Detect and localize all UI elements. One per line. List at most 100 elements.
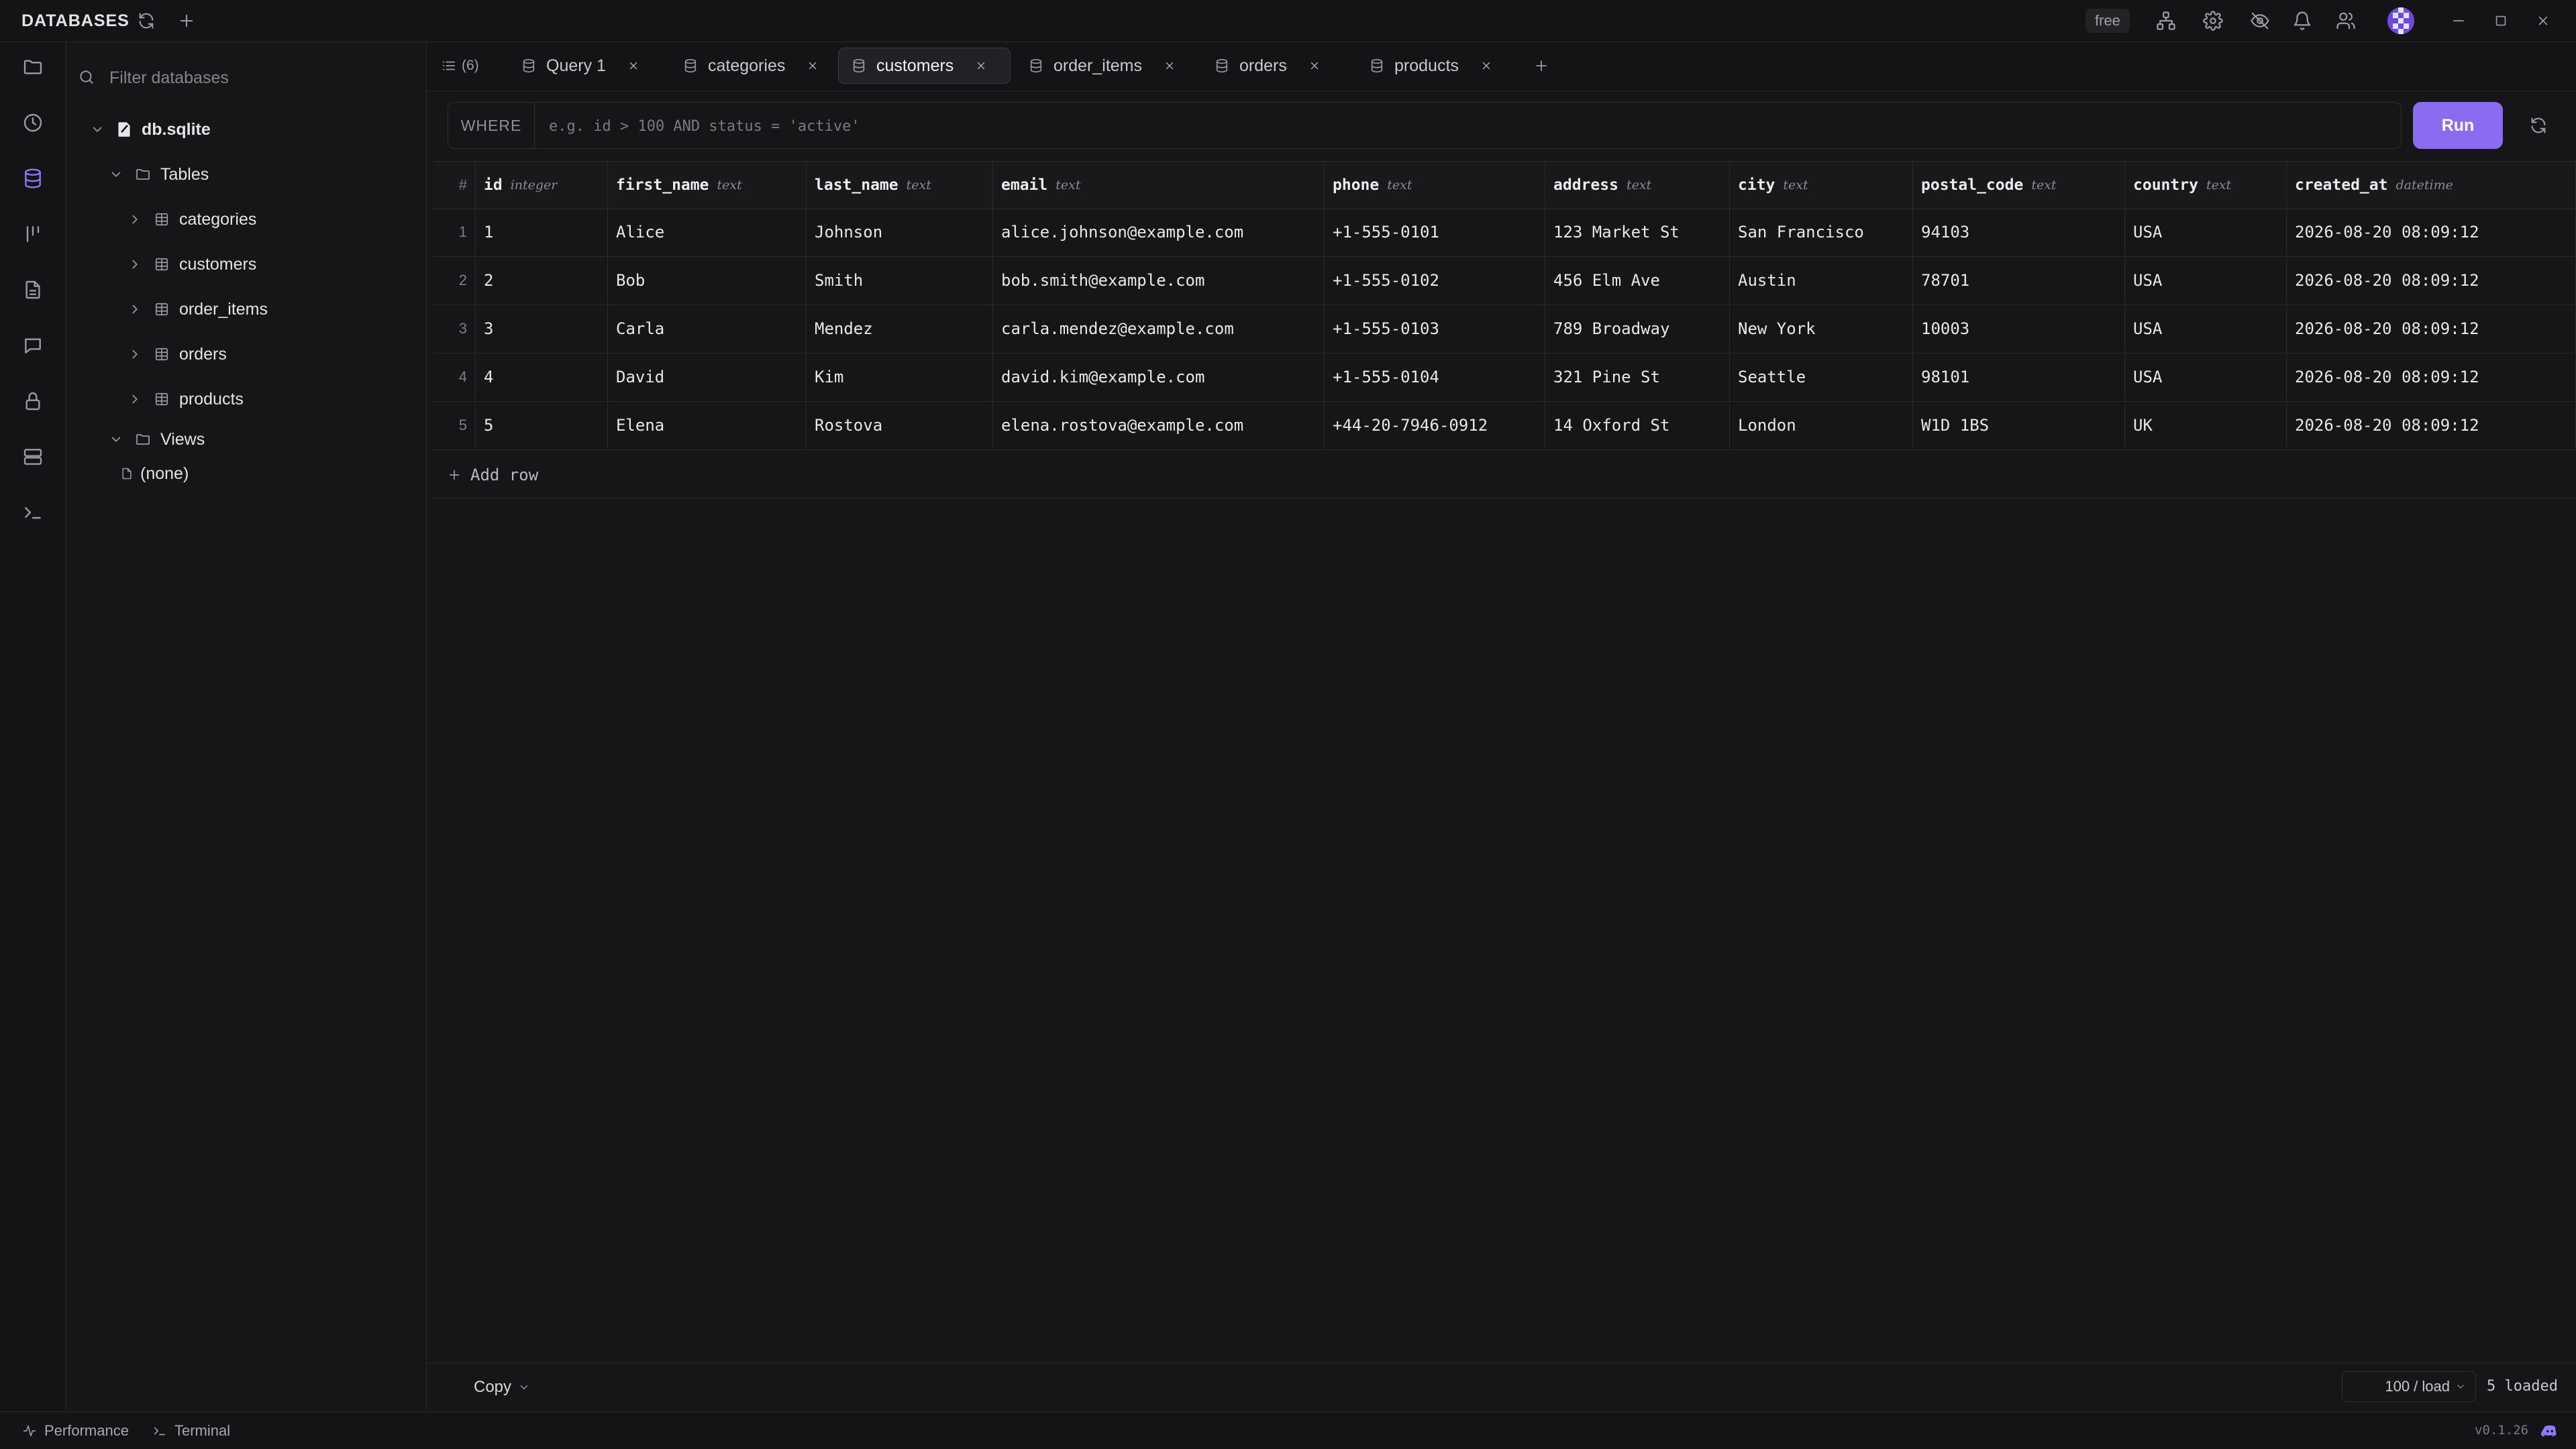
terminal-icon[interactable] [17, 497, 48, 528]
cell-address[interactable]: 123 Market St [1545, 208, 1730, 256]
column-header-address[interactable]: address text [1545, 162, 1730, 209]
tab-list-button[interactable]: (6) [440, 48, 479, 84]
add-row-button[interactable]: Add row [433, 452, 2576, 498]
cell-city[interactable]: Austin [1730, 256, 1913, 305]
cell-email[interactable]: elena.rostova@example.com [993, 401, 1325, 449]
tab-query-1[interactable]: Query 1 [509, 48, 662, 84]
page-size-select[interactable]: 100 / load [2342, 1371, 2476, 1402]
new-tab-plus-icon[interactable] [1531, 56, 1551, 76]
tree-database[interactable]: db.sqlite [88, 112, 211, 147]
cell-city[interactable]: Seattle [1730, 353, 1913, 401]
cell-email[interactable]: alice.johnson@example.com [993, 208, 1325, 256]
cell-first-name[interactable]: Elena [608, 401, 807, 449]
cell-address[interactable]: 456 Elm Ave [1545, 256, 1730, 305]
tree-table-item[interactable]: customers [125, 247, 256, 282]
cell-first-name[interactable]: Carla [608, 305, 807, 353]
tab-orders[interactable]: orders [1202, 48, 1343, 84]
folder-icon[interactable] [17, 52, 48, 83]
avatar[interactable] [2387, 7, 2414, 34]
cell-postal-code[interactable]: W1D 1BS [1913, 401, 2125, 449]
column-header-last-name[interactable]: last_name text [807, 162, 993, 209]
cell-id[interactable]: 4 [476, 353, 608, 401]
tree-table-item[interactable]: orders [125, 337, 227, 372]
tab-products[interactable]: products [1357, 48, 1515, 84]
where-clause-input[interactable] [548, 111, 2362, 142]
tab-categories[interactable]: categories [670, 48, 841, 84]
cell-country[interactable]: UK [2125, 401, 2287, 449]
copy-button[interactable]: Copy [474, 1373, 531, 1402]
tab-customers[interactable]: customers [838, 48, 1011, 84]
cell-last-name[interactable]: Kim [807, 353, 993, 401]
cell-id[interactable]: 1 [476, 208, 608, 256]
cell-created-at[interactable]: 2026-08-20 08:09:12 [2287, 401, 2576, 449]
tree-views-group[interactable]: Views [107, 422, 205, 457]
eye-off-icon[interactable] [2248, 9, 2272, 33]
cell-city[interactable]: San Francisco [1730, 208, 1913, 256]
cell-first-name[interactable]: Alice [608, 208, 807, 256]
cell-created-at[interactable]: 2026-08-20 08:09:12 [2287, 208, 2576, 256]
cell-last-name[interactable]: Mendez [807, 305, 993, 353]
cell-address[interactable]: 321 Pine St [1545, 353, 1730, 401]
gear-icon[interactable] [2201, 9, 2225, 33]
cell-country[interactable]: USA [2125, 256, 2287, 305]
file-icon[interactable] [17, 274, 48, 305]
cell-created-at[interactable]: 2026-08-20 08:09:12 [2287, 305, 2576, 353]
cell-email[interactable]: carla.mendez@example.com [993, 305, 1325, 353]
column-header-id[interactable]: id integer [476, 162, 608, 209]
filter-databases-input[interactable] [108, 62, 406, 93]
minimize-icon[interactable] [2446, 9, 2471, 33]
chevron-right-icon[interactable] [125, 390, 144, 409]
tab-order-items[interactable]: order_items [1016, 48, 1198, 84]
cell-last-name[interactable]: Johnson [807, 208, 993, 256]
server-icon[interactable] [17, 441, 48, 472]
plus-icon[interactable] [174, 9, 199, 33]
cell-phone[interactable]: +1-555-0102 [1325, 256, 1545, 305]
cell-phone[interactable]: +44-20-7946-0912 [1325, 401, 1545, 449]
cell-id[interactable]: 5 [476, 401, 608, 449]
close-tab-icon[interactable] [805, 58, 820, 73]
cell-phone[interactable]: +1-555-0104 [1325, 353, 1545, 401]
cell-postal-code[interactable]: 78701 [1913, 256, 2125, 305]
run-button[interactable]: Run [2413, 102, 2503, 149]
close-tab-icon[interactable] [1479, 58, 1494, 73]
cell-phone[interactable]: +1-555-0101 [1325, 208, 1545, 256]
diagram-icon[interactable] [2154, 9, 2178, 33]
cell-first-name[interactable]: Bob [608, 256, 807, 305]
cell-id[interactable]: 3 [476, 305, 608, 353]
cell-created-at[interactable]: 2026-08-20 08:09:12 [2287, 256, 2576, 305]
column-header-first-name[interactable]: first_name text [608, 162, 807, 209]
users-icon[interactable] [2334, 9, 2358, 33]
chevron-right-icon[interactable] [125, 345, 144, 364]
lock-icon[interactable] [17, 386, 48, 417]
close-icon[interactable] [2531, 9, 2555, 33]
cell-postal-code[interactable]: 94103 [1913, 208, 2125, 256]
close-tab-icon[interactable] [1162, 58, 1177, 73]
chevron-right-icon[interactable] [125, 210, 144, 229]
column-header-created-at[interactable]: created_at datetime [2287, 162, 2576, 209]
performance-button[interactable]: Performance [21, 1412, 129, 1449]
cell-address[interactable]: 14 Oxford St [1545, 401, 1730, 449]
column-header-phone[interactable]: phone text [1325, 162, 1545, 209]
cell-id[interactable]: 2 [476, 256, 608, 305]
chevron-right-icon[interactable] [125, 255, 144, 274]
table-row[interactable]: 5 5 Elena Rostova elena.rostova@example.com +… [433, 401, 2576, 450]
history-icon[interactable] [17, 107, 48, 138]
terminal-button[interactable]: Terminal [152, 1412, 230, 1449]
tree-table-item[interactable]: products [125, 382, 244, 417]
cell-last-name[interactable]: Smith [807, 256, 993, 305]
refresh-icon[interactable] [2526, 113, 2551, 138]
cell-last-name[interactable]: Rostova [807, 401, 993, 449]
chevron-down-icon[interactable] [107, 165, 125, 184]
cell-created-at[interactable]: 2026-08-20 08:09:12 [2287, 353, 2576, 401]
database-icon[interactable] [17, 163, 48, 194]
cell-email[interactable]: david.kim@example.com [993, 353, 1325, 401]
tree-table-item[interactable]: order_items [125, 292, 268, 327]
tree-table-item[interactable]: categories [125, 202, 256, 237]
cell-address[interactable]: 789 Broadway [1545, 305, 1730, 353]
cell-city[interactable]: London [1730, 401, 1913, 449]
cell-phone[interactable]: +1-555-0103 [1325, 305, 1545, 353]
chart-icon[interactable] [17, 219, 48, 250]
close-tab-icon[interactable] [974, 58, 988, 73]
tree-tables-group[interactable]: Tables [107, 157, 209, 192]
table-row[interactable]: 2 2 Bob Smith bob.smith@example.com +1-555-01… [433, 256, 2576, 305]
